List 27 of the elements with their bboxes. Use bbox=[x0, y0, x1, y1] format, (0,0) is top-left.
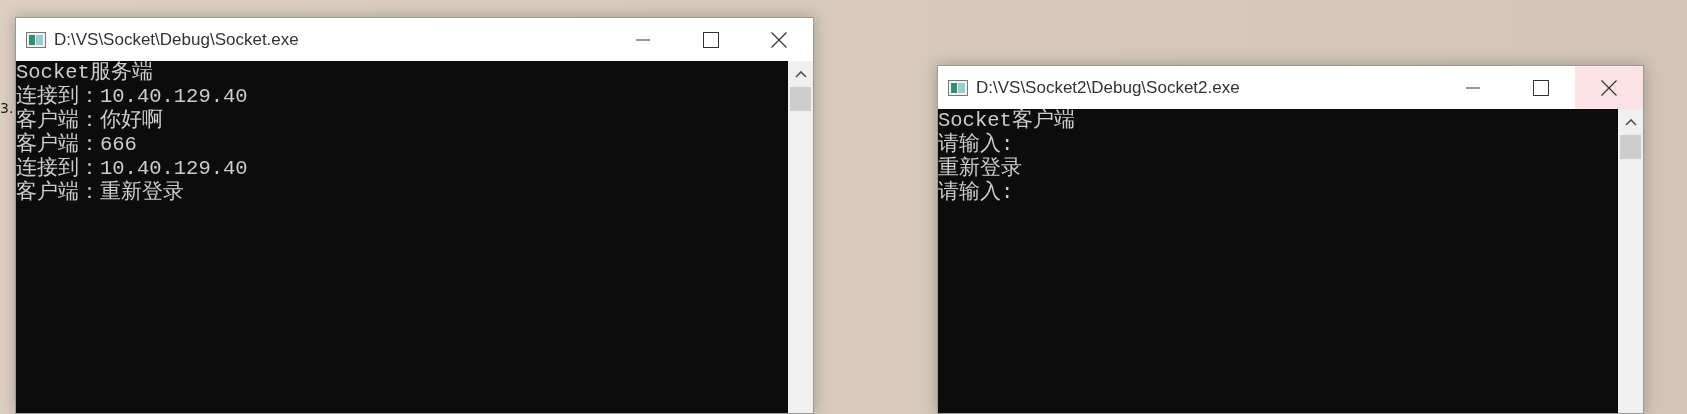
scrollbar-thumb[interactable] bbox=[1620, 135, 1641, 159]
console-line: 请输入: bbox=[938, 133, 1014, 156]
console-line: 客户端：重新登录 bbox=[16, 181, 184, 205]
console-line: Socket服务端 bbox=[16, 61, 153, 84]
close-icon[interactable] bbox=[1601, 79, 1617, 96]
maximize-icon[interactable] bbox=[703, 31, 719, 48]
console-line: 重新登录 bbox=[938, 157, 1022, 180]
console-app-icon bbox=[26, 31, 46, 48]
scroll-up-icon[interactable] bbox=[1624, 118, 1637, 126]
desktop-text: 3. bbox=[0, 100, 14, 116]
console-line: 连接到：10.40.129.40 bbox=[16, 157, 248, 180]
minimize-icon[interactable] bbox=[1466, 86, 1480, 89]
scrollbar[interactable] bbox=[788, 61, 813, 413]
console-line: 请输入: bbox=[938, 181, 1014, 205]
window-title: D:\VS\Socket\Debug\Socket.exe bbox=[54, 29, 300, 50]
console-app-icon bbox=[948, 79, 968, 96]
console-line: 连接到：10.40.129.40 bbox=[16, 85, 248, 108]
scrollbar-thumb[interactable] bbox=[790, 87, 811, 111]
maximize-icon[interactable] bbox=[1533, 79, 1549, 96]
close-icon[interactable] bbox=[771, 31, 787, 48]
minimize-icon[interactable] bbox=[636, 38, 650, 41]
window-title: D:\VS\Socket2\Debug\Socket2.exe bbox=[976, 77, 1241, 98]
console-line: 客户端：666 bbox=[16, 133, 137, 156]
scrollbar[interactable] bbox=[1618, 109, 1643, 413]
console-line: 客户端：你好啊 bbox=[16, 109, 163, 132]
console-line: Socket客户端 bbox=[938, 109, 1075, 132]
scroll-up-icon[interactable] bbox=[794, 70, 807, 78]
